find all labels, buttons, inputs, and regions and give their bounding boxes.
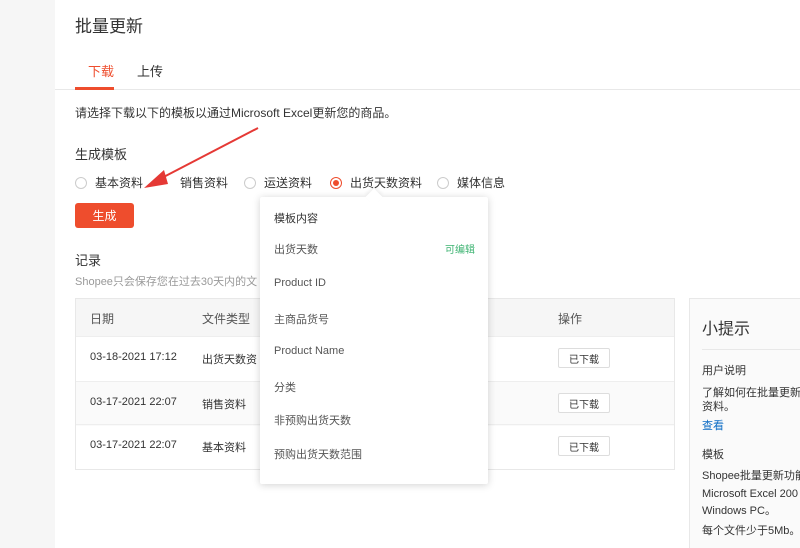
popover-item: Product Name	[274, 345, 345, 357]
downloaded-button[interactable]: 已下载	[558, 436, 610, 456]
template-tip-text: Shopee批量更新功能	[702, 470, 800, 482]
popover-header: 模板内容	[274, 213, 318, 225]
row-file-type: 出货天数资	[202, 354, 257, 366]
radio-media-info[interactable]: 媒体信息	[437, 174, 505, 191]
radio-basic-info[interactable]: 基本资料	[75, 174, 143, 191]
generate-button[interactable]: 生成	[75, 203, 134, 228]
active-tab-indicator	[75, 87, 114, 90]
row-file-type: 销售资料	[202, 399, 246, 411]
user-guide-text-2: 资料。	[702, 401, 735, 413]
popover-item: 分类	[274, 382, 296, 394]
tips-title: 小提示	[702, 321, 751, 338]
row-date: 03-18-2021 17:12	[90, 351, 177, 363]
radio-days-to-ship[interactable]: 出货天数资料	[330, 174, 422, 191]
popover-item: 主商品货号	[274, 314, 329, 326]
red-arrow-icon	[144, 127, 259, 188]
tips-panel: 小提示 用户说明 了解如何在批量更新 资料。 查看 模板 Shopee批量更新功…	[689, 298, 800, 548]
records-hint: Shopee只会保存您在过去30天内的文	[75, 276, 258, 288]
radio-label: 出货天数资料	[350, 176, 423, 190]
popover-item: 预购出货天数范围	[274, 449, 362, 461]
tab-download[interactable]: 下载	[88, 61, 114, 80]
user-guide-label: 用户说明	[702, 365, 746, 377]
tips-divider	[702, 349, 800, 350]
tab-upload[interactable]: 上传	[137, 61, 163, 80]
radio-circle-checked	[330, 176, 342, 189]
tab-bar: 下载 上传	[55, 52, 800, 90]
row-file-type: 基本资料	[202, 442, 246, 454]
template-content-popover: 模板内容 出货天数 可编辑 Product ID 主商品货号 Product N…	[260, 188, 488, 484]
template-tip-text-3: Windows PC。	[702, 505, 776, 517]
template-section-label: 生成模板	[75, 147, 128, 162]
popover-item: 出货天数	[274, 244, 318, 256]
popover-item: Product ID	[274, 277, 326, 289]
row-date: 03-17-2021 22:07	[90, 439, 177, 451]
popover-item: 非预购出货天数	[274, 415, 351, 427]
radio-label: 基本资料	[95, 176, 144, 190]
page-description: 请选择下载以下的模板以通过Microsoft Excel更新您的商品。	[75, 106, 397, 120]
row-date: 03-17-2021 22:07	[90, 396, 177, 408]
view-link[interactable]: 查看	[702, 417, 724, 433]
template-tip-label: 模板	[702, 449, 724, 461]
radio-circle	[75, 176, 87, 189]
column-action: 操作	[558, 312, 583, 326]
editable-tag: 可编辑	[445, 245, 475, 256]
records-label: 记录	[75, 253, 102, 268]
page-title: 批量更新	[75, 17, 143, 36]
column-date: 日期	[90, 312, 115, 326]
column-file-type: 文件类型	[202, 312, 251, 326]
radio-circle	[437, 176, 449, 189]
template-tip-text-2: Microsoft Excel 200	[702, 488, 798, 500]
downloaded-button[interactable]: 已下载	[558, 393, 610, 413]
template-tip-text-4: 每个文件少于5Mb。	[702, 525, 800, 537]
downloaded-button[interactable]: 已下载	[558, 348, 610, 368]
radio-label: 媒体信息	[457, 176, 506, 190]
radio-label: 运送资料	[264, 176, 313, 190]
